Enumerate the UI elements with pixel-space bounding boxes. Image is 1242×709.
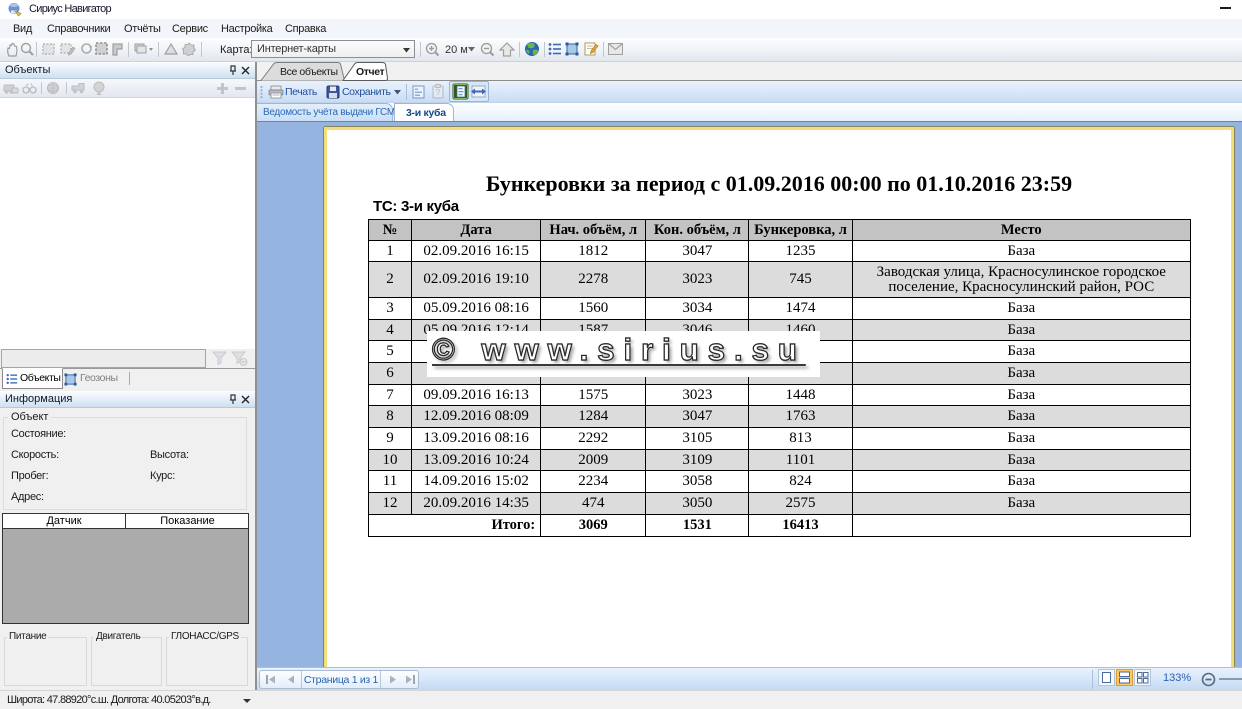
svg-text:?: ?	[436, 88, 441, 97]
